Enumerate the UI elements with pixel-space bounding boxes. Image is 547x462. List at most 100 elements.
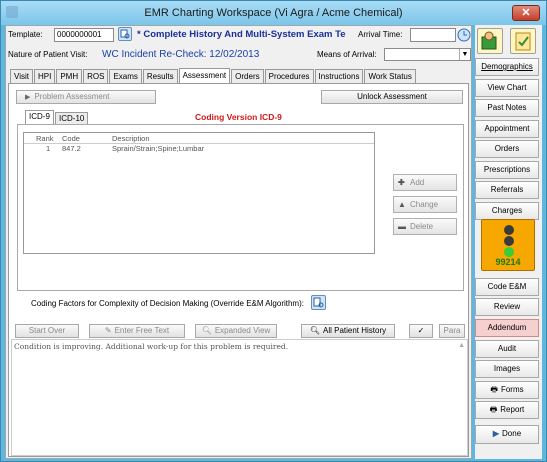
close-button[interactable]: ✕	[512, 5, 540, 21]
orders-button[interactable]: Orders	[475, 140, 539, 158]
printer-icon: 🖶	[489, 405, 498, 414]
change-button[interactable]: ▲ Change	[393, 196, 457, 213]
template-label: Template:	[8, 30, 43, 39]
row-description: Sprain/Strain;Spine;Lumbar	[112, 144, 205, 153]
template-field[interactable]: 0000000001	[54, 28, 114, 42]
review-button[interactable]: Review	[475, 298, 539, 316]
tab-exams[interactable]: Exams	[109, 69, 142, 84]
done-label: Done	[502, 429, 522, 438]
minus-icon: ▬	[398, 222, 406, 231]
row-rank: 1	[46, 144, 51, 153]
charges-button[interactable]: Charges	[475, 202, 539, 220]
traffic-light-yellow	[504, 236, 514, 246]
tab-work-status[interactable]: Work Status	[364, 69, 416, 84]
column-header-code: Code	[62, 134, 80, 143]
patient-lookup-icon[interactable]	[477, 28, 503, 54]
printer-icon: 🖶	[490, 385, 498, 394]
arrival-time-field[interactable]	[410, 28, 456, 42]
tab-icd9[interactable]: ICD-9	[25, 110, 54, 124]
play-icon: ▶	[25, 94, 31, 101]
tab-visit[interactable]: Visit	[10, 69, 33, 84]
demographics-button[interactable]: Demographics	[475, 58, 539, 76]
arrival-time-label: Arrival Time:	[358, 30, 403, 39]
problem-assessment-button[interactable]: ▶ Problem Assessment	[16, 90, 156, 104]
title-bar: EMR Charting Workspace (Vi Agra / Acme C…	[1, 1, 546, 25]
referrals-button[interactable]: Referrals	[475, 181, 539, 199]
clock-icon[interactable]	[457, 28, 471, 42]
forms-button[interactable]: 🖶 Forms	[475, 381, 539, 399]
workspace-client: Template: 0000000001 * Complete History …	[5, 25, 472, 459]
window-title: EMR Charting Workspace (Vi Agra / Acme C…	[144, 7, 403, 19]
coding-factors-label: Coding Factors for Complexity of Decisio…	[31, 299, 304, 308]
para-button[interactable]: Para	[439, 324, 465, 338]
template-name: * Complete History And Multi-System Exam…	[137, 29, 346, 40]
column-header-description: Description	[112, 134, 150, 143]
change-label: Change	[410, 200, 439, 209]
unlock-assessment-button[interactable]: Unlock Assessment	[321, 90, 463, 104]
triangle-up-icon: ▲	[398, 200, 406, 209]
all-patient-history-label: All Patient History	[323, 326, 387, 335]
app-window: EMR Charting Workspace (Vi Agra / Acme C…	[0, 0, 547, 462]
expanded-view-label: Expanded View	[214, 326, 271, 335]
view-chart-button[interactable]: View Chart	[475, 79, 539, 97]
enter-free-text-label: Enter Free Text	[114, 326, 170, 335]
means-of-arrival-select[interactable]	[384, 48, 471, 61]
em-code-indicator[interactable]: 99214	[481, 219, 535, 271]
nature-of-visit-value: WC Incident Re-Check: 12/02/2013	[102, 49, 260, 60]
assessment-pane: ▶ Problem Assessment Unlock Assessment IC…	[8, 83, 469, 457]
all-patient-history-button[interactable]: 🔍︎ All Patient History	[301, 324, 395, 338]
report-button[interactable]: 🖶 Report	[475, 401, 539, 419]
tab-procedures[interactable]: Procedures	[264, 69, 314, 84]
traffic-light-red	[504, 225, 514, 235]
means-of-arrival-label: Means of Arrival:	[317, 50, 377, 59]
magnifier-icon: 🔍︎	[201, 326, 212, 335]
diagnosis-table: Rank Code Description 1 847.2 Sprain/Str…	[23, 132, 375, 254]
expanded-view-button[interactable]: 🔍︎ Expanded View	[195, 324, 277, 338]
demographics-label: Demographics	[481, 62, 533, 71]
tab-orders[interactable]: Orders	[231, 69, 264, 84]
addendum-button[interactable]: Addendum	[475, 319, 539, 337]
tab-hpi[interactable]: HPI	[33, 69, 56, 84]
row-code: 847.2	[62, 144, 81, 153]
done-icon: ▶	[492, 429, 500, 438]
em-code-value: 99214	[495, 257, 521, 267]
prescriptions-button[interactable]: Prescriptions	[475, 161, 539, 179]
tab-results[interactable]: Results	[142, 69, 178, 84]
main-tab-strip: Visit HPI PMH ROS Exams Results Assessme…	[10, 68, 417, 84]
tab-pmh[interactable]: PMH	[56, 69, 83, 84]
tab-instructions[interactable]: Instructions	[314, 69, 364, 84]
spellcheck-button[interactable]: ✓	[409, 324, 433, 338]
delete-button[interactable]: ▬ Delete	[393, 218, 457, 235]
report-label: Report	[500, 405, 525, 414]
enter-free-text-button[interactable]: ✎ Enter Free Text	[89, 324, 185, 338]
audit-button[interactable]: Audit	[475, 340, 539, 358]
past-notes-button[interactable]: Past Notes	[475, 99, 539, 117]
problem-assessment-label: Problem Assessment	[34, 92, 110, 101]
delete-label: Delete	[410, 222, 434, 231]
start-over-button[interactable]: Start Over	[15, 324, 79, 338]
column-header-rank: Rank	[36, 134, 54, 143]
done-button[interactable]: ▶ Done	[475, 425, 539, 444]
chevron-down-icon[interactable]: ▼	[459, 49, 470, 60]
traffic-light-green	[504, 247, 514, 257]
tab-ros[interactable]: ROS	[83, 69, 109, 84]
coding-version-label: Coding Version ICD-9	[195, 112, 282, 122]
add-label: Add	[410, 178, 425, 187]
plus-icon: ✚	[398, 178, 405, 187]
tab-assessment[interactable]: Assessment	[178, 68, 231, 84]
notes-textarea[interactable]: Condition is improving. Additional work-…	[11, 339, 468, 456]
appointment-button[interactable]: Appointment	[475, 120, 539, 138]
pencil-icon: ✎	[104, 326, 112, 335]
code-em-button[interactable]: Code E&M	[475, 278, 539, 296]
template-lookup-icon[interactable]	[118, 27, 132, 41]
spellcheck-icon: ✓	[417, 326, 425, 335]
checklist-icon[interactable]	[510, 28, 536, 54]
coding-factors-icon[interactable]	[311, 295, 326, 310]
nature-of-visit-label: Nature of Patient Visit:	[8, 50, 88, 59]
add-button[interactable]: ✚ Add	[393, 174, 457, 191]
images-button[interactable]: Images	[475, 360, 539, 378]
scroll-up-icon[interactable]: ▲	[458, 342, 465, 349]
magnifier-icon: 🔍︎	[309, 326, 320, 335]
forms-label: Forms	[500, 385, 524, 394]
table-row[interactable]: 1 847.2 Sprain/Strain;Spine;Lumbar	[24, 144, 374, 154]
